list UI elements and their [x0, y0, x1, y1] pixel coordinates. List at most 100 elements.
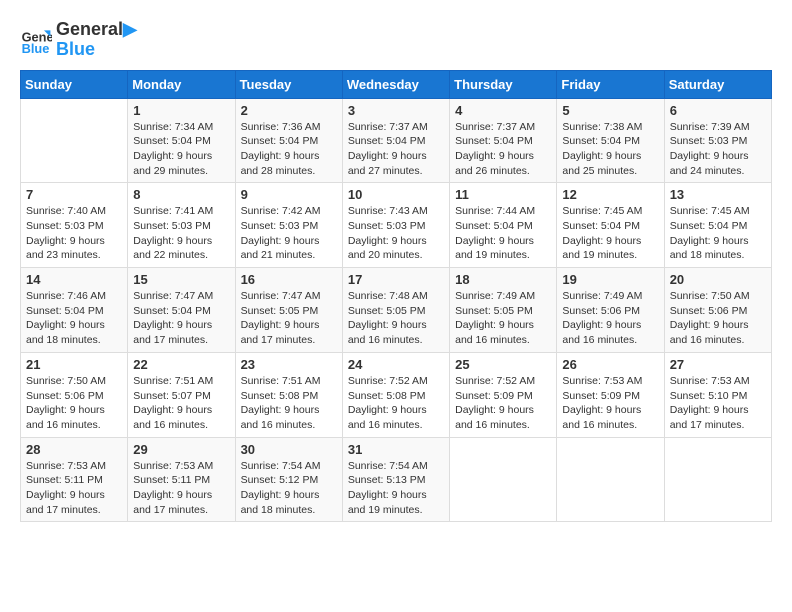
- day-info: Sunrise: 7:49 AMSunset: 5:05 PMDaylight:…: [455, 289, 551, 348]
- calendar-cell: 5 Sunrise: 7:38 AMSunset: 5:04 PMDaylight…: [557, 98, 664, 183]
- calendar-cell: 9Sunrise: 7:42 AMSunset: 5:03 PMDaylight…: [235, 183, 342, 268]
- day-number: 12: [562, 187, 658, 202]
- day-number: 4: [455, 103, 551, 118]
- day-info: Sunrise: 7:52 AMSunset: 5:08 PMDaylight:…: [348, 374, 444, 433]
- day-info: Sunrise: 7:48 AMSunset: 5:05 PMDaylight:…: [348, 289, 444, 348]
- day-number: 5: [562, 103, 658, 118]
- calendar-cell: 25 Sunrise: 7:52 AMSunset: 5:09 PMDayligh…: [450, 352, 557, 437]
- day-info: Sunrise: 7:37 AMSunset: 5:04 PMDaylight:…: [348, 120, 444, 179]
- calendar-cell: [664, 437, 771, 522]
- day-info: Sunrise: 7:53 AMSunset: 5:11 PMDaylight:…: [133, 459, 229, 518]
- day-header-tuesday: Tuesday: [235, 70, 342, 98]
- calendar-cell: 29 Sunrise: 7:53 AMSunset: 5:11 PMDayligh…: [128, 437, 235, 522]
- calendar-week-4: 21 Sunrise: 7:50 AMSunset: 5:06 PMDayligh…: [21, 352, 772, 437]
- day-number: 20: [670, 272, 766, 287]
- day-number: 27: [670, 357, 766, 372]
- day-number: 23: [241, 357, 337, 372]
- day-number: 28: [26, 442, 122, 457]
- svg-text:Blue: Blue: [22, 41, 50, 56]
- calendar-week-1: 1Sunrise: 7:34 AMSunset: 5:04 PMDaylight…: [21, 98, 772, 183]
- calendar-cell: 28 Sunrise: 7:53 AMSunset: 5:11 PMDayligh…: [21, 437, 128, 522]
- calendar-cell: 23 Sunrise: 7:51 AMSunset: 5:08 PMDayligh…: [235, 352, 342, 437]
- logo-icon: General Blue: [20, 24, 52, 56]
- day-info: Sunrise: 7:53 AMSunset: 5:09 PMDaylight:…: [562, 374, 658, 433]
- day-number: 7: [26, 187, 122, 202]
- calendar-week-2: 7 Sunrise: 7:40 AMSunset: 5:03 PMDaylight…: [21, 183, 772, 268]
- calendar-cell: 17 Sunrise: 7:48 AMSunset: 5:05 PMDayligh…: [342, 268, 449, 353]
- day-info: Sunrise: 7:45 AMSunset: 5:04 PMDaylight:…: [670, 204, 766, 263]
- day-info: Sunrise: 7:41 AMSunset: 5:03 PMDaylight:…: [133, 204, 229, 263]
- day-number: 31: [348, 442, 444, 457]
- day-info: Sunrise: 7:38 AMSunset: 5:04 PMDaylight:…: [562, 120, 658, 179]
- calendar-cell: 21 Sunrise: 7:50 AMSunset: 5:06 PMDayligh…: [21, 352, 128, 437]
- day-info: Sunrise: 7:49 AMSunset: 5:06 PMDaylight:…: [562, 289, 658, 348]
- day-number: 13: [670, 187, 766, 202]
- day-info: Sunrise: 7:45 AMSunset: 5:04 PMDaylight:…: [562, 204, 658, 263]
- day-info: Sunrise: 7:47 AMSunset: 5:04 PMDaylight:…: [133, 289, 229, 348]
- day-header-sunday: Sunday: [21, 70, 128, 98]
- calendar-cell: 14Sunrise: 7:46 AMSunset: 5:04 PMDayligh…: [21, 268, 128, 353]
- calendar-cell: 7 Sunrise: 7:40 AMSunset: 5:03 PMDaylight…: [21, 183, 128, 268]
- day-info: Sunrise: 7:51 AMSunset: 5:07 PMDaylight:…: [133, 374, 229, 433]
- day-number: 14: [26, 272, 122, 287]
- day-header-thursday: Thursday: [450, 70, 557, 98]
- day-number: 26: [562, 357, 658, 372]
- calendar-cell: 16Sunrise: 7:47 AMSunset: 5:05 PMDayligh…: [235, 268, 342, 353]
- day-number: 30: [241, 442, 337, 457]
- day-info: Sunrise: 7:53 AMSunset: 5:11 PMDaylight:…: [26, 459, 122, 518]
- day-info: Sunrise: 7:42 AMSunset: 5:03 PMDaylight:…: [241, 204, 337, 263]
- day-info: Sunrise: 7:54 AMSunset: 5:13 PMDaylight:…: [348, 459, 444, 518]
- day-info: Sunrise: 7:44 AMSunset: 5:04 PMDaylight:…: [455, 204, 551, 263]
- day-info: Sunrise: 7:50 AMSunset: 5:06 PMDaylight:…: [26, 374, 122, 433]
- logo-text: General▶ Blue: [56, 20, 137, 60]
- day-number: 29: [133, 442, 229, 457]
- day-info: Sunrise: 7:47 AMSunset: 5:05 PMDaylight:…: [241, 289, 337, 348]
- day-info: Sunrise: 7:54 AMSunset: 5:12 PMDaylight:…: [241, 459, 337, 518]
- day-info: Sunrise: 7:52 AMSunset: 5:09 PMDaylight:…: [455, 374, 551, 433]
- calendar-cell: 18 Sunrise: 7:49 AMSunset: 5:05 PMDayligh…: [450, 268, 557, 353]
- day-info: Sunrise: 7:51 AMSunset: 5:08 PMDaylight:…: [241, 374, 337, 433]
- day-header-wednesday: Wednesday: [342, 70, 449, 98]
- calendar-week-5: 28 Sunrise: 7:53 AMSunset: 5:11 PMDayligh…: [21, 437, 772, 522]
- day-info: Sunrise: 7:37 AMSunset: 5:04 PMDaylight:…: [455, 120, 551, 179]
- calendar-cell: 26 Sunrise: 7:53 AMSunset: 5:09 PMDayligh…: [557, 352, 664, 437]
- calendar-cell: 11 Sunrise: 7:44 AMSunset: 5:04 PMDayligh…: [450, 183, 557, 268]
- calendar-cell: 24 Sunrise: 7:52 AMSunset: 5:08 PMDayligh…: [342, 352, 449, 437]
- day-info: Sunrise: 7:43 AMSunset: 5:03 PMDaylight:…: [348, 204, 444, 263]
- day-number: 3: [348, 103, 444, 118]
- calendar-cell: 30 Sunrise: 7:54 AMSunset: 5:12 PMDayligh…: [235, 437, 342, 522]
- calendar-cell: 15 Sunrise: 7:47 AMSunset: 5:04 PMDayligh…: [128, 268, 235, 353]
- calendar-cell: 27 Sunrise: 7:53 AMSunset: 5:10 PMDayligh…: [664, 352, 771, 437]
- calendar-cell: 3 Sunrise: 7:37 AMSunset: 5:04 PMDaylight…: [342, 98, 449, 183]
- calendar-cell: 1Sunrise: 7:34 AMSunset: 5:04 PMDaylight…: [128, 98, 235, 183]
- day-info: Sunrise: 7:53 AMSunset: 5:10 PMDaylight:…: [670, 374, 766, 433]
- day-number: 17: [348, 272, 444, 287]
- calendar-cell: 20 Sunrise: 7:50 AMSunset: 5:06 PMDayligh…: [664, 268, 771, 353]
- calendar-cell: 22 Sunrise: 7:51 AMSunset: 5:07 PMDayligh…: [128, 352, 235, 437]
- calendar-cell: 19 Sunrise: 7:49 AMSunset: 5:06 PMDayligh…: [557, 268, 664, 353]
- calendar-cell: 12 Sunrise: 7:45 AMSunset: 5:04 PMDayligh…: [557, 183, 664, 268]
- day-number: 10: [348, 187, 444, 202]
- day-info: Sunrise: 7:36 AMSunset: 5:04 PMDaylight:…: [241, 120, 337, 179]
- day-number: 8: [133, 187, 229, 202]
- day-number: 11: [455, 187, 551, 202]
- day-info: Sunrise: 7:40 AMSunset: 5:03 PMDaylight:…: [26, 204, 122, 263]
- day-number: 21: [26, 357, 122, 372]
- day-number: 22: [133, 357, 229, 372]
- calendar-cell: 13 Sunrise: 7:45 AMSunset: 5:04 PMDayligh…: [664, 183, 771, 268]
- calendar-cell: 6Sunrise: 7:39 AMSunset: 5:03 PMDaylight…: [664, 98, 771, 183]
- calendar-table: SundayMondayTuesdayWednesdayThursdayFrid…: [20, 70, 772, 523]
- day-number: 15: [133, 272, 229, 287]
- day-info: Sunrise: 7:34 AMSunset: 5:04 PMDaylight:…: [133, 120, 229, 179]
- calendar-cell: 31 Sunrise: 7:54 AMSunset: 5:13 PMDayligh…: [342, 437, 449, 522]
- day-number: 2: [241, 103, 337, 118]
- day-number: 25: [455, 357, 551, 372]
- calendar-cell: 4 Sunrise: 7:37 AMSunset: 5:04 PMDaylight…: [450, 98, 557, 183]
- page-header: General Blue General▶ Blue: [20, 20, 772, 60]
- day-info: Sunrise: 7:39 AMSunset: 5:03 PMDaylight:…: [670, 120, 766, 179]
- day-number: 19: [562, 272, 658, 287]
- day-info: Sunrise: 7:50 AMSunset: 5:06 PMDaylight:…: [670, 289, 766, 348]
- day-number: 24: [348, 357, 444, 372]
- calendar-cell: 10 Sunrise: 7:43 AMSunset: 5:03 PMDayligh…: [342, 183, 449, 268]
- day-number: 18: [455, 272, 551, 287]
